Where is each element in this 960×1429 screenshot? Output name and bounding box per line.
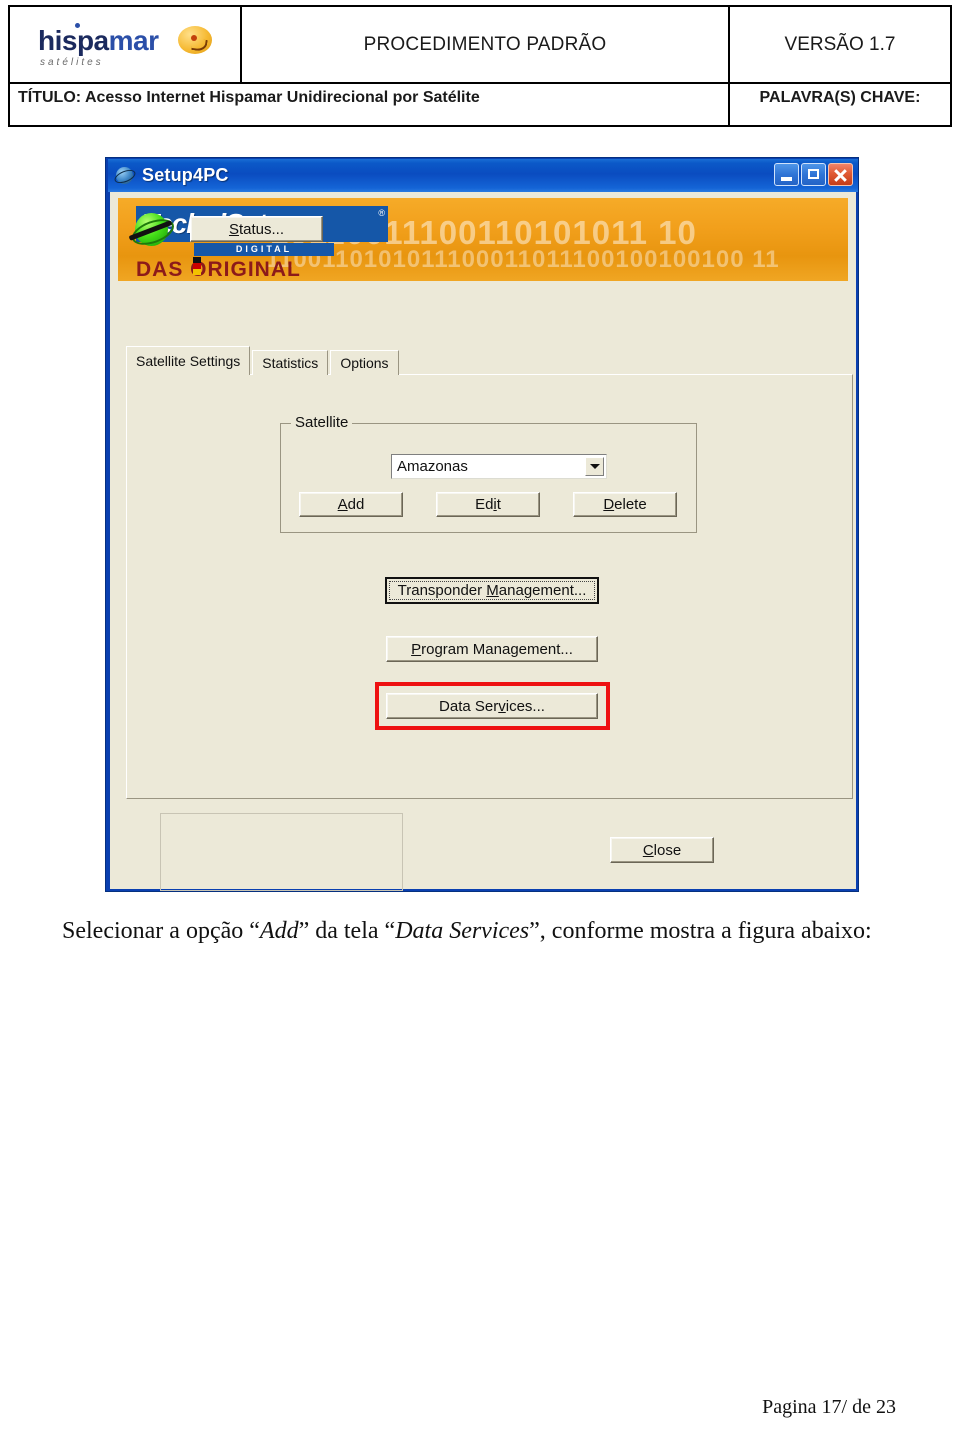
add-button-label: Add — [337, 496, 365, 513]
version-text: VERSÃO 1.7 — [784, 33, 896, 55]
header-cell-version: VERSÃO 1.7 — [730, 7, 950, 82]
header-cell-keywords: PALAVRA(S) CHAVE: — [730, 84, 950, 125]
program-management-button[interactable]: Program Management... — [386, 636, 598, 662]
status-button-label: Status... — [228, 220, 285, 238]
tab-statistics[interactable]: Statistics — [252, 350, 329, 375]
satellite-globe-icon — [128, 209, 178, 253]
keywords-label: PALAVRA(S) CHAVE: — [759, 89, 921, 106]
status-groupbox — [160, 813, 403, 891]
titulo-text: TÍTULO: Acesso Internet Hispamar Unidire… — [18, 89, 480, 106]
caption-part-1: Selecionar a opção “ — [62, 918, 260, 944]
logo-subtitle: satélites — [40, 56, 104, 68]
registered-mark-icon: ® — [378, 208, 385, 218]
transponder-management-button[interactable]: Transponder Management... — [385, 577, 599, 604]
page-footer: Pagina 17/ de 23 — [762, 1396, 896, 1418]
maximize-icon[interactable] — [801, 163, 826, 186]
window-controls — [774, 163, 853, 186]
transponder-management-label: Transponder Management... — [397, 582, 587, 599]
caption-em-data-services: Data Services — [395, 918, 530, 944]
header-row-bottom: TÍTULO: Acesso Internet Hispamar Unidire… — [10, 84, 950, 125]
window-body: 10110011100110101011 10 1100110101011100… — [110, 192, 856, 891]
hispamar-logo: hispamar satélites — [30, 17, 220, 73]
logo-text-hispa: hispa — [38, 24, 109, 56]
technisat-digital-text: DIGITAL — [194, 243, 334, 256]
document-header-table: hispamar satélites PROCEDIMENTO PADRÃO V… — [8, 5, 952, 127]
figure-caption: Selecionar a opção “Add” da tela “Data S… — [62, 918, 922, 945]
close-button[interactable]: Close — [610, 837, 714, 863]
header-cell-logo: hispamar satélites — [10, 7, 242, 82]
delete-button-label: Delete — [603, 496, 647, 513]
tab-strip: Satellite Settings Statistics Options — [126, 346, 401, 375]
tab-options-label: Options — [340, 355, 389, 371]
close-button-label: Close — [642, 841, 682, 859]
satellite-combobox[interactable]: Amazonas — [391, 454, 607, 479]
header-cell-procedure-title: PROCEDIMENTO PADRÃO — [242, 7, 730, 82]
window-titlebar[interactable]: Setup4PC — [108, 159, 858, 192]
tab-options[interactable]: Options — [330, 350, 399, 375]
header-row-top: hispamar satélites PROCEDIMENTO PADRÃO V… — [10, 7, 950, 84]
logo-wordmark: hispamar — [38, 25, 159, 57]
add-button[interactable]: Add — [299, 492, 403, 517]
data-services-label: Data Services... — [439, 697, 545, 715]
minimize-icon[interactable] — [774, 163, 799, 186]
tab-statistics-label: Statistics — [262, 355, 319, 371]
close-icon[interactable] — [828, 163, 853, 186]
edit-button[interactable]: Edit — [436, 492, 540, 517]
procedure-title-text: PROCEDIMENTO PADRÃO — [363, 33, 607, 55]
logo-text-mar: mar — [108, 24, 159, 56]
caption-part-2: ” da tela “ — [298, 918, 396, 944]
satellite-groupbox: Satellite Amazonas Add Edit Delete — [280, 414, 697, 533]
caption-em-add: Add — [259, 918, 299, 944]
tab-satellite-settings-label: Satellite Settings — [136, 353, 241, 369]
satellite-groupbox-label: Satellite — [291, 414, 353, 431]
header-cell-titulo: TÍTULO: Acesso Internet Hispamar Unidire… — [10, 84, 730, 125]
edit-button-label: Edit — [475, 496, 501, 513]
delete-button[interactable]: Delete — [573, 492, 677, 517]
globe-icon — [112, 166, 138, 186]
tab-panel-satellite-settings: Satellite Amazonas Add Edit Delete Trans… — [126, 374, 853, 799]
program-management-label: Program Management... — [411, 640, 573, 658]
setup4pc-window: Setup4PC 10110011100110101011 10 1100110… — [105, 157, 859, 892]
tab-satellite-settings[interactable]: Satellite Settings — [126, 346, 251, 375]
satellite-combobox-value: Amazonas — [397, 458, 468, 475]
window-title: Setup4PC — [142, 165, 229, 185]
data-services-button[interactable]: Data Services... — [386, 693, 598, 719]
status-button[interactable]: Status... — [190, 216, 323, 242]
caption-part-3: ”, conforme mostra a figura abaixo: — [529, 918, 872, 944]
german-flag-icon — [193, 257, 201, 275]
chevron-down-icon[interactable] — [585, 457, 604, 476]
logo-smiley-icon — [178, 25, 212, 54]
technisat-tagline: DAS ORIGINAL — [136, 258, 301, 281]
